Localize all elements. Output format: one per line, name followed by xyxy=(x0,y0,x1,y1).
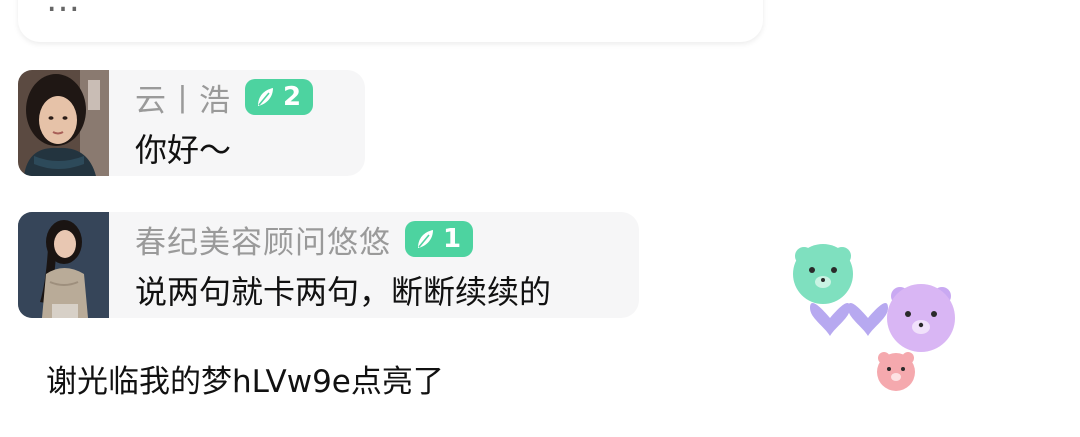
level-number: 2 xyxy=(283,82,302,112)
message-text: 你好～ xyxy=(135,131,232,169)
level-number: 1 xyxy=(443,224,462,254)
avatar-image xyxy=(18,212,109,318)
avatar-image xyxy=(18,70,109,176)
previous-message-bubble: … xyxy=(18,0,763,42)
bear-hearts-decoration xyxy=(790,238,970,398)
system-message: 谢光临我的梦hLVw9e点亮了 xyxy=(46,364,444,400)
purple-bear-icon xyxy=(887,284,955,352)
chat-screen: … 云丨浩 2 你好～ 春纪美容顾问悠悠 1 说两句就卡两句，断断续续的 谢光临… xyxy=(0,0,1080,437)
message-text: 说两句就卡两句，断断续续的 xyxy=(135,273,552,311)
level-badge: 1 xyxy=(405,221,474,257)
leaf-icon xyxy=(253,85,277,109)
sender-name[interactable]: 春纪美容顾问悠悠 xyxy=(135,217,391,262)
chat-message-1[interactable]: 云丨浩 2 你好～ xyxy=(18,70,365,176)
heart-icon xyxy=(810,303,888,336)
previous-message-text: … xyxy=(46,0,80,20)
message-bubble[interactable]: 春纪美容顾问悠悠 1 说两句就卡两句，断断续续的 xyxy=(109,212,639,318)
pink-bear-icon xyxy=(877,352,915,391)
avatar[interactable] xyxy=(18,212,109,318)
level-badge: 2 xyxy=(245,79,314,115)
sender-line: 云丨浩 2 xyxy=(135,75,351,119)
chat-message-2[interactable]: 春纪美容顾问悠悠 1 说两句就卡两句，断断续续的 xyxy=(18,212,639,318)
leaf-icon xyxy=(413,227,437,251)
avatar[interactable] xyxy=(18,70,109,176)
sender-line: 春纪美容顾问悠悠 1 xyxy=(135,217,625,261)
sender-name[interactable]: 云丨浩 xyxy=(135,75,231,120)
message-bubble[interactable]: 云丨浩 2 你好～ xyxy=(109,70,365,176)
green-bear-icon xyxy=(793,244,853,304)
